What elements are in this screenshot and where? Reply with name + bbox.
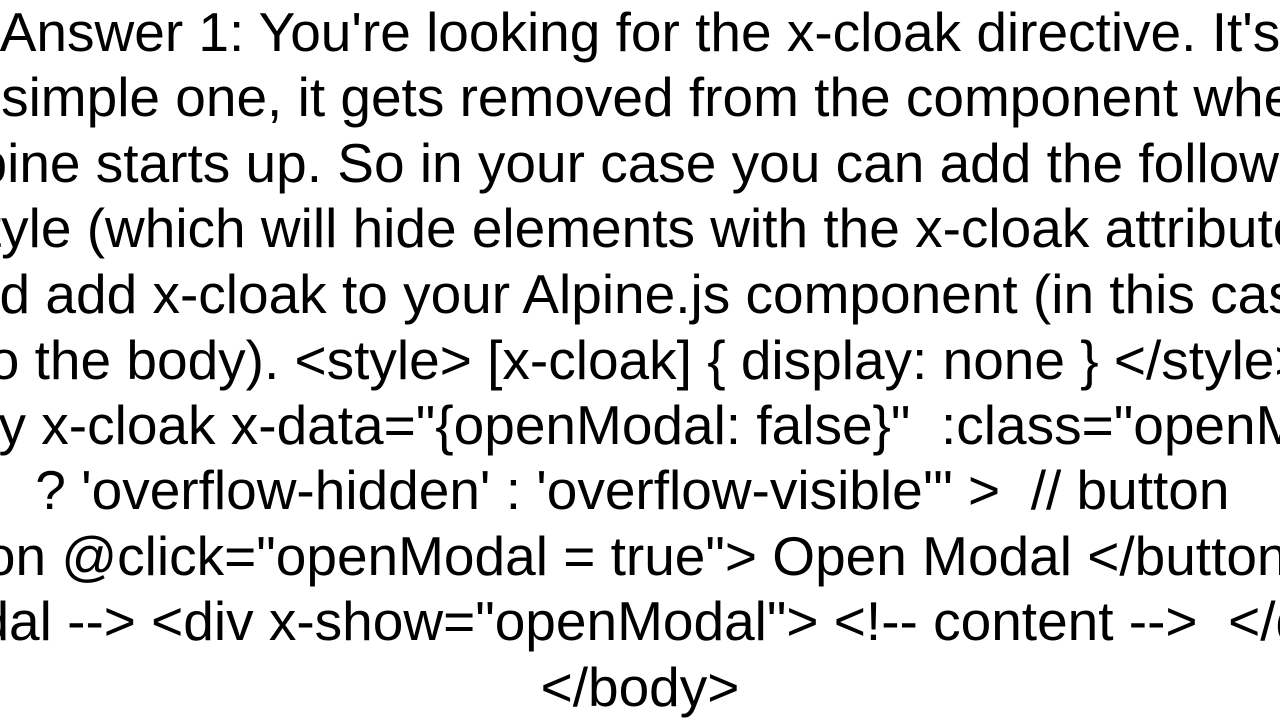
answer-line-5: and add x-cloak to your Alpine.js compon… — [0, 262, 1280, 328]
answer-line-3: Alpine starts up. So in your case you ca… — [0, 131, 1280, 197]
answer-line-7: <body x-cloak x-data="{openModal: false}… — [0, 393, 1280, 459]
answer-line-9: <button @click="openModal = true"> Open … — [0, 524, 1280, 590]
answer-line-11: </body> — [541, 655, 740, 720]
answer-line-8: ? 'overflow-hidden' : 'overflow-visible'… — [35, 458, 1244, 524]
document-viewport: Answer 1: You're looking for the x-cloak… — [0, 0, 1280, 720]
answer-line-4: style (which will hide elements with the… — [0, 196, 1280, 262]
answer-line-10: modal --> <div x-show="openModal"> <!-- … — [0, 589, 1280, 655]
answer-line-1: Answer 1: You're looking for the x-cloak… — [0, 0, 1280, 66]
answer-line-6: to the body). <style> [x-cloak] { displa… — [0, 328, 1280, 394]
answer-line-2: a simple one, it gets removed from the c… — [0, 65, 1280, 131]
